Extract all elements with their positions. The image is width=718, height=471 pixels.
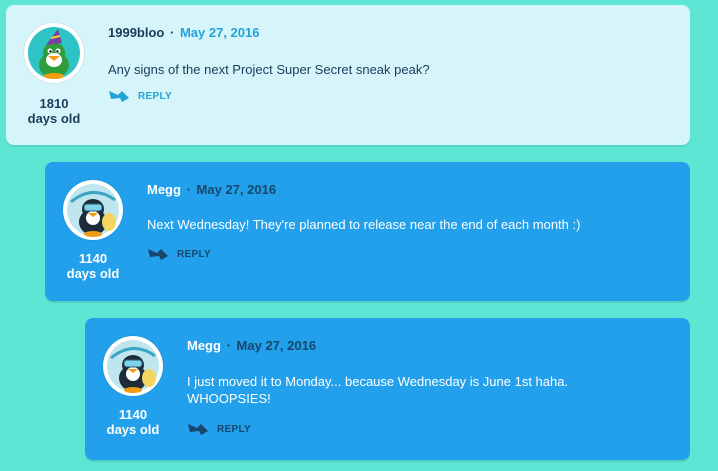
comment-username[interactable]: 1999bloo xyxy=(108,25,164,40)
reply-arrow-icon xyxy=(109,91,129,102)
reply-arrow-icon xyxy=(188,424,208,435)
green-penguin-party-hat-icon xyxy=(28,27,80,79)
meta-separator: · xyxy=(186,182,191,197)
comment-text: I just moved it to Monday... because Wed… xyxy=(187,374,569,406)
meta-separator: · xyxy=(169,25,175,40)
comment-text: Next Wednesday! They're planned to relea… xyxy=(147,217,581,232)
account-age: 1810 days old xyxy=(14,96,94,126)
comment-card: 1140 days old Megg · May 27, 2016 I just… xyxy=(85,318,690,460)
comment-meta: Megg · May 27, 2016 xyxy=(187,338,316,353)
reply-label: REPLY xyxy=(177,248,211,260)
comment-meta: Megg · May 27, 2016 xyxy=(147,182,276,197)
penguin-diver-icon xyxy=(67,184,119,237)
days-count: 1140 xyxy=(118,407,148,422)
penguin-diver-icon xyxy=(107,340,159,393)
comment-date[interactable]: May 27, 2016 xyxy=(180,25,260,40)
reply-button[interactable]: REPLY xyxy=(147,247,211,261)
comment-card: 1140 days old Megg · May 27, 2016 Next W… xyxy=(45,162,690,301)
reply-button[interactable]: REPLY xyxy=(108,89,172,103)
meta-separator: · xyxy=(226,338,231,353)
reply-button[interactable]: REPLY xyxy=(187,422,251,436)
account-age: 1140 days old xyxy=(93,407,173,437)
reply-label: REPLY xyxy=(217,423,251,435)
comment-meta: 1999bloo · May 27, 2016 xyxy=(108,25,259,40)
comment-username[interactable]: Megg xyxy=(187,338,221,353)
reply-arrow-icon xyxy=(148,249,168,260)
reply-label: REPLY xyxy=(138,90,172,102)
days-label: days old xyxy=(27,111,81,126)
days-label: days old xyxy=(106,422,160,437)
comment-card: 1810 days old 1999bloo · May 27, 2016 An… xyxy=(6,5,690,145)
account-age: 1140 days old xyxy=(53,251,133,281)
comment-text: Any signs of the next Project Super Secr… xyxy=(108,62,430,77)
comment-date[interactable]: May 27, 2016 xyxy=(237,338,317,353)
days-count: 1140 xyxy=(78,251,108,266)
user-avatar[interactable] xyxy=(24,23,84,83)
user-avatar[interactable] xyxy=(63,180,123,240)
comment-date[interactable]: May 27, 2016 xyxy=(197,182,277,197)
days-label: days old xyxy=(66,266,120,281)
days-count: 1810 xyxy=(39,96,69,111)
comment-username[interactable]: Megg xyxy=(147,182,181,197)
user-avatar[interactable] xyxy=(103,336,163,396)
